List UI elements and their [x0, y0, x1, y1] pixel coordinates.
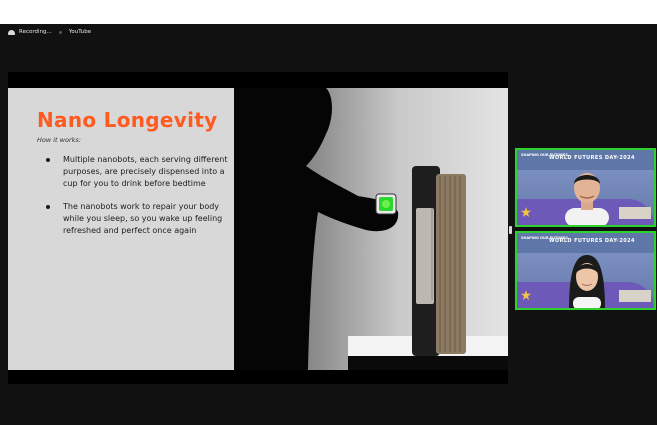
participant-video-tile[interactable]: SHAPING OUR FUTURES WORLD FUTURES DAY 20… [515, 231, 656, 310]
slide-title: Nano Longevity [37, 108, 218, 132]
slide-text-panel: Nano Longevity How it works: Multiple na… [8, 88, 234, 370]
banner-title: WORLD FUTURES DAY 2024 [549, 155, 635, 161]
silhouette-head [260, 88, 328, 148]
top-white-bar [0, 0, 657, 24]
group-photo-thumbnail [619, 290, 651, 302]
star-logo-icon [521, 207, 531, 217]
star-logo-icon [521, 290, 531, 300]
panel-resize-handle[interactable] [509, 226, 512, 234]
participant-avatar [565, 173, 609, 225]
partner-logo-icon: ◎ [616, 155, 619, 159]
slide-image [234, 88, 508, 370]
cloud-icon [8, 29, 15, 35]
banner-title: WORLD FUTURES DAY 2024 [549, 238, 635, 244]
screen-share-area: Nano Longevity How it works: Multiple na… [8, 72, 508, 384]
tab-label: YouTube [68, 29, 92, 35]
partner-logo-icon: ◎ [616, 238, 619, 242]
separator-dot [58, 30, 62, 34]
dispenser-cup [416, 208, 434, 304]
presentation-slide: Nano Longevity How it works: Multiple na… [8, 88, 508, 370]
bullet-item: Multiple nanobots, each serving differen… [46, 154, 231, 190]
group-photo-thumbnail [619, 207, 651, 219]
recording-indicator[interactable]: Recording... YouTube [8, 26, 91, 38]
participant-video-tile[interactable]: SHAPING OUR FUTURES WORLD FUTURES DAY 20… [515, 148, 656, 227]
recording-label: Recording... [19, 29, 52, 35]
bullet-item: The nanobots work to repair your body wh… [46, 201, 231, 237]
participant-avatar [569, 255, 605, 308]
silhouette-illustration [234, 88, 508, 370]
bullet-list: Multiple nanobots, each serving differen… [46, 154, 231, 248]
slide-subtitle: How it works: [37, 136, 81, 144]
